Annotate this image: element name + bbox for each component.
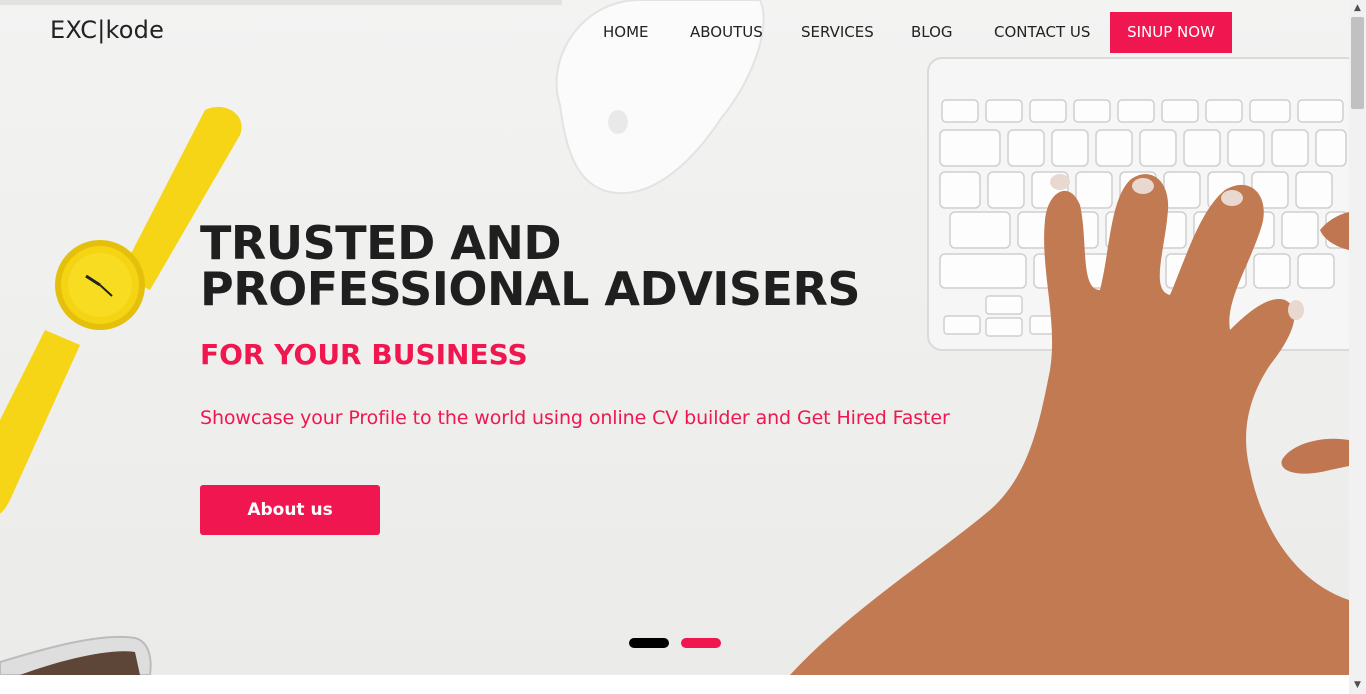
carousel-indicator-2[interactable] bbox=[681, 638, 721, 648]
nav-home-link[interactable]: HOME bbox=[603, 12, 649, 53]
about-us-button[interactable]: About us bbox=[200, 485, 380, 535]
page-scrollbar[interactable]: ▲ ▼ bbox=[1349, 0, 1366, 694]
hero-headline-line-2: PROFESSIONAL ADVISERS bbox=[200, 262, 861, 316]
signup-button[interactable]: SINUP NOW bbox=[1110, 12, 1232, 53]
scroll-up-icon[interactable]: ▲ bbox=[1349, 0, 1366, 17]
scroll-down-icon[interactable]: ▼ bbox=[1349, 677, 1366, 694]
carousel-indicator-1[interactable] bbox=[629, 638, 669, 648]
hero-headline: TRUSTED AND PROFESSIONAL ADVISERS bbox=[200, 220, 900, 312]
phone-image bbox=[0, 635, 152, 675]
nav-contact-link[interactable]: CONTACT US bbox=[994, 12, 1090, 53]
main-nav: HOME ABOUTUS SERVICES BLOG CONTACT US SI… bbox=[0, 12, 1349, 53]
hero-subheadline: FOR YOUR BUSINESS bbox=[200, 338, 528, 371]
scroll-thumb[interactable] bbox=[1351, 17, 1364, 109]
nav-about-link[interactable]: ABOUTUS bbox=[690, 12, 763, 53]
nav-services-link[interactable]: SERVICES bbox=[801, 12, 874, 53]
hero-tagline: Showcase your Profile to the world using… bbox=[200, 407, 950, 429]
nav-blog-link[interactable]: BLOG bbox=[911, 12, 953, 53]
